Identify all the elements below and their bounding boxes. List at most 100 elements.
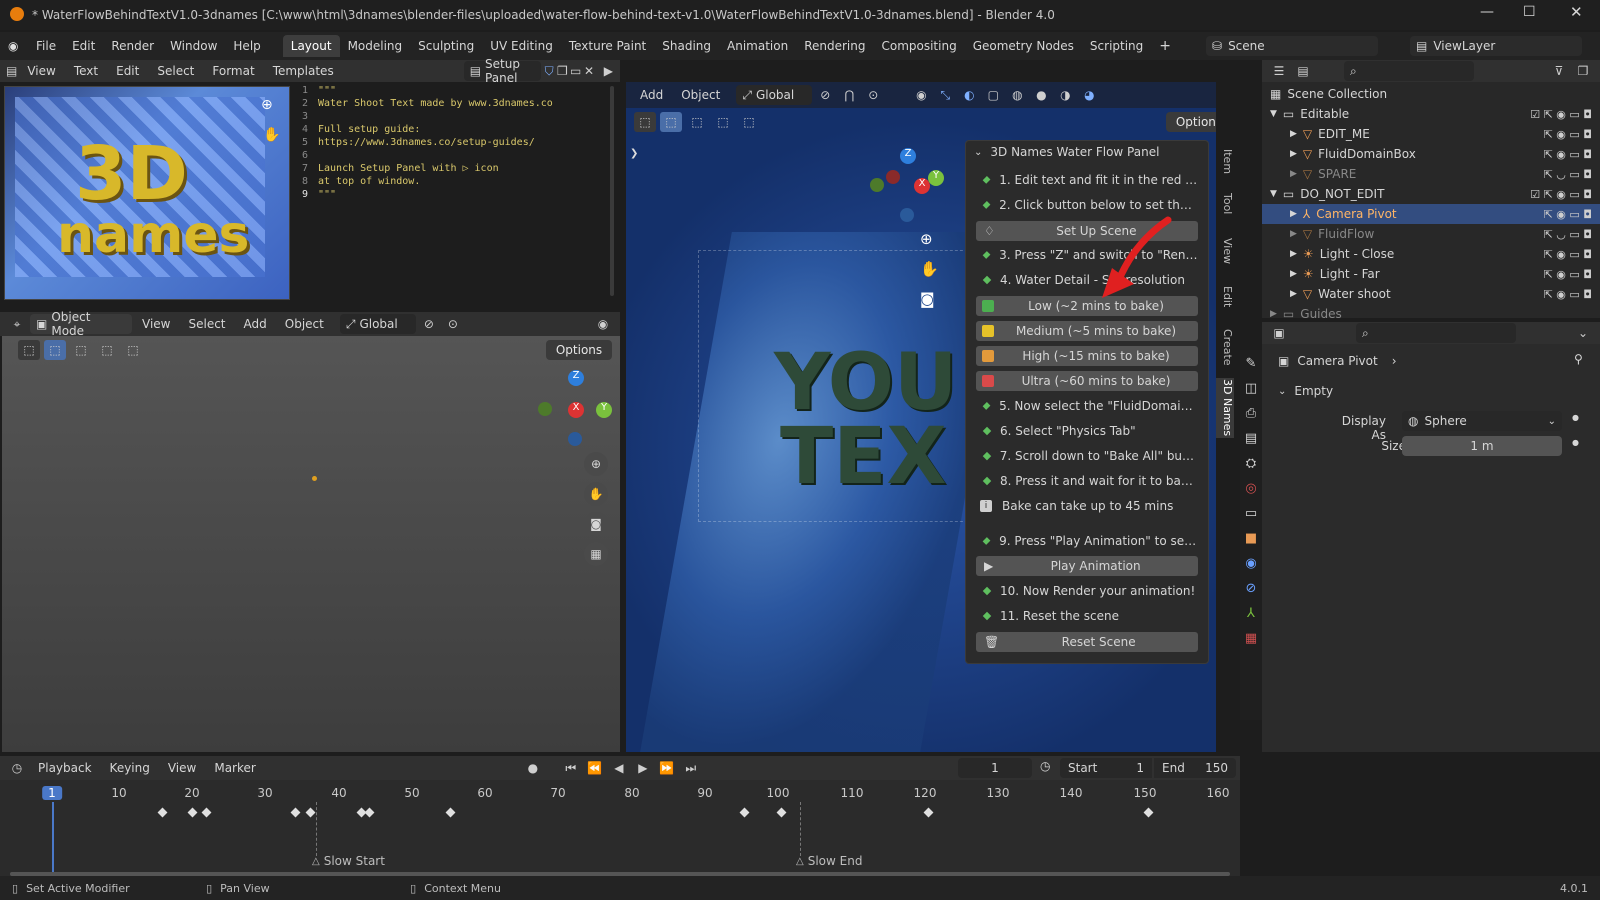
timeline-menu-keying[interactable]: Keying	[102, 757, 158, 779]
right-vp-menu-add[interactable]: Add	[632, 84, 671, 106]
select-extend-icon[interactable]: ⬚	[70, 340, 92, 360]
medium-resolution-button[interactable]: Medium (~5 mins to bake)	[976, 321, 1198, 341]
texteditor-menu-view[interactable]: View	[19, 60, 63, 82]
row-toggles[interactable]: ⇱ ◉ ▭ ◘	[1544, 148, 1592, 161]
tab-tool[interactable]: Tool	[1216, 188, 1234, 220]
visibility-icon[interactable]: ◉	[592, 314, 614, 334]
outliner-item-light-far[interactable]: ▶ ☀ Light - Far ⇱ ◉ ▭ ◘	[1262, 264, 1600, 284]
timeline-menu-playback[interactable]: Playback	[30, 757, 100, 779]
keyframe-dot-icon[interactable]: ●	[1572, 438, 1579, 447]
physics-tab-icon[interactable]: ◉	[1245, 556, 1256, 571]
gizmo-neg-z-icon[interactable]	[900, 208, 914, 222]
run-script-icon[interactable]: ▶	[603, 61, 614, 81]
empty-section-header[interactable]: ⌄ Empty	[1278, 384, 1333, 398]
texture-tab-icon[interactable]: ▦	[1245, 631, 1257, 646]
row-toggles[interactable]: ☑ ⇱ ◉ ▭ ◘	[1530, 108, 1592, 121]
outliner-item-edit-me[interactable]: ▶ ▽ EDIT_ME ⇱ ◉ ▭ ◘	[1262, 124, 1600, 144]
marker-slow-end[interactable]: △ Slow End	[796, 854, 862, 868]
row-toggles[interactable]: ⇱ ◉ ▭ ◘	[1544, 288, 1592, 301]
select-tool-icon[interactable]: ⬚	[18, 340, 40, 360]
left-viewport[interactable]: ⬚ ⬚ ⬚ ⬚ ⬚ Options Z X Y ⊕ ✋ ◙ ▦	[2, 336, 620, 752]
tab-rendering[interactable]: Rendering	[796, 35, 873, 57]
proportional-icon[interactable]: ⊙	[862, 85, 884, 105]
outliner-item-light-close[interactable]: ▶ ☀ Light - Close ⇱ ◉ ▭ ◘	[1262, 244, 1600, 264]
gizmo-y-icon[interactable]: Y	[928, 170, 944, 186]
gizmo-x-icon[interactable]: X	[568, 402, 584, 418]
size-field[interactable]: 1 m	[1402, 436, 1562, 456]
row-toggles[interactable]: ⇱ ◡ ▭ ◘	[1544, 228, 1592, 241]
play-reverse-icon[interactable]: ◀	[608, 758, 630, 778]
scene-selector[interactable]: ⛁ Scene	[1206, 36, 1378, 56]
grid-view-icon[interactable]: ▦	[584, 542, 608, 566]
orientation-selector[interactable]: ⤢ Global	[339, 314, 416, 334]
object-tab-icon[interactable]: ■	[1245, 531, 1257, 546]
output-tab-icon[interactable]: ⎙	[1246, 406, 1256, 421]
tool-tab-icon[interactable]: ✎	[1246, 356, 1257, 371]
scene-tab-icon[interactable]: ⛭	[1246, 456, 1256, 471]
mode-selector[interactable]: ▣ Object Mode	[30, 310, 132, 338]
gizmo-z-icon[interactable]: Z	[568, 370, 584, 386]
keyframe[interactable]	[923, 807, 934, 818]
left-vp-menu-object[interactable]: Object	[277, 313, 332, 335]
rendered-shading-icon[interactable]: ◕	[1078, 85, 1100, 105]
text-scrollbar[interactable]	[610, 86, 614, 296]
select-box-icon[interactable]: ⬚	[44, 340, 66, 360]
gizmo-neg-z-icon[interactable]	[568, 432, 582, 446]
maximize-button[interactable]: ☐	[1523, 4, 1536, 20]
keyframe[interactable]	[157, 807, 168, 818]
gizmo-neg-x-icon[interactable]	[886, 170, 900, 184]
navigation-gizmo[interactable]: Z X Y	[538, 370, 618, 450]
tab-scripting[interactable]: Scripting	[1082, 35, 1151, 57]
gizmo-y-icon[interactable]: Y	[596, 402, 612, 418]
overlay-icon[interactable]: ◐	[958, 85, 980, 105]
high-resolution-button[interactable]: High (~15 mins to bake)	[976, 346, 1198, 366]
row-toggles[interactable]: ⇱ ◉ ▭ ◘	[1544, 208, 1592, 221]
chevron-down-icon[interactable]: ⌄	[1572, 323, 1594, 343]
panel-collapse-icon[interactable]: ❯	[630, 148, 638, 159]
keyframe[interactable]	[364, 807, 375, 818]
left-vp-menu-add[interactable]: Add	[236, 313, 275, 335]
outliner-search[interactable]: ⌕	[1344, 61, 1474, 81]
left-vp-menu-select[interactable]: Select	[180, 313, 233, 335]
wireframe-shading-icon[interactable]: ◍	[1006, 85, 1028, 105]
select-subtract-icon[interactable]: ⬚	[96, 340, 118, 360]
collection-tab-icon[interactable]: ▭	[1245, 506, 1257, 521]
properties-search[interactable]: ⌕	[1356, 323, 1516, 343]
texteditor-menu-select[interactable]: Select	[149, 60, 202, 82]
stopwatch-icon[interactable]: ◷	[1040, 759, 1050, 773]
tab-modeling[interactable]: Modeling	[340, 35, 411, 57]
tab-create[interactable]: Create	[1216, 324, 1234, 370]
play-animation-button[interactable]: ▶ Play Animation	[976, 556, 1198, 576]
orientation-selector[interactable]: ⤢ Global	[736, 85, 813, 105]
select-tool-icon[interactable]: ⬚	[634, 112, 656, 132]
timeline[interactable]: 1 10 20 30 40 50 60 70 80 90 100 110 120…	[0, 780, 1240, 876]
left-options-button[interactable]: Options	[546, 340, 612, 360]
editor-type-icon[interactable]: ▣	[1268, 323, 1290, 343]
gizmo-neg-y-icon[interactable]	[870, 178, 884, 192]
row-toggles[interactable]: ⇱ ◉ ▭ ◘	[1544, 248, 1592, 261]
select-extend-icon[interactable]: ⬚	[686, 112, 708, 132]
row-toggles[interactable]: ⇱ ◉ ▭ ◘	[1544, 268, 1592, 281]
pin-icon[interactable]: ⚲	[1574, 352, 1583, 366]
playhead-label[interactable]: 1	[42, 786, 62, 800]
outliner-item-fluidflow[interactable]: ▶ ▽ FluidFlow ⇱ ◡ ▭ ◘	[1262, 224, 1600, 244]
keyframe[interactable]	[290, 807, 301, 818]
camera-view-icon[interactable]: ◙	[920, 290, 935, 308]
snap-icon[interactable]: ⊘	[814, 85, 836, 105]
outliner-item-camera-pivot[interactable]: ▶ ⅄ Camera Pivot ⇱ ◉ ▭ ◘	[1262, 204, 1600, 224]
navigation-gizmo[interactable]: Z X Y	[870, 148, 950, 228]
visibility-icon[interactable]: ◉	[910, 85, 932, 105]
jump-start-icon[interactable]: ⏮	[560, 758, 582, 778]
editor-type-icon[interactable]: ▤	[6, 61, 17, 81]
play-icon[interactable]: ▶	[632, 758, 654, 778]
tab-texture-paint[interactable]: Texture Paint	[561, 35, 654, 57]
current-frame-field[interactable]: 1	[958, 758, 1032, 778]
jump-end-icon[interactable]: ⏭	[680, 758, 702, 778]
viewlayer-tab-icon[interactable]: ▤	[1245, 431, 1257, 446]
editor-type-icon[interactable]: ☰	[1268, 61, 1290, 81]
tab-layout[interactable]: Layout	[282, 35, 340, 57]
start-frame-field[interactable]: Start 1	[1060, 758, 1152, 778]
magnet-icon[interactable]: ⋂	[838, 85, 860, 105]
blender-menu-icon[interactable]: ◉	[8, 39, 28, 53]
new-text-icon[interactable]: ❐	[557, 61, 568, 81]
